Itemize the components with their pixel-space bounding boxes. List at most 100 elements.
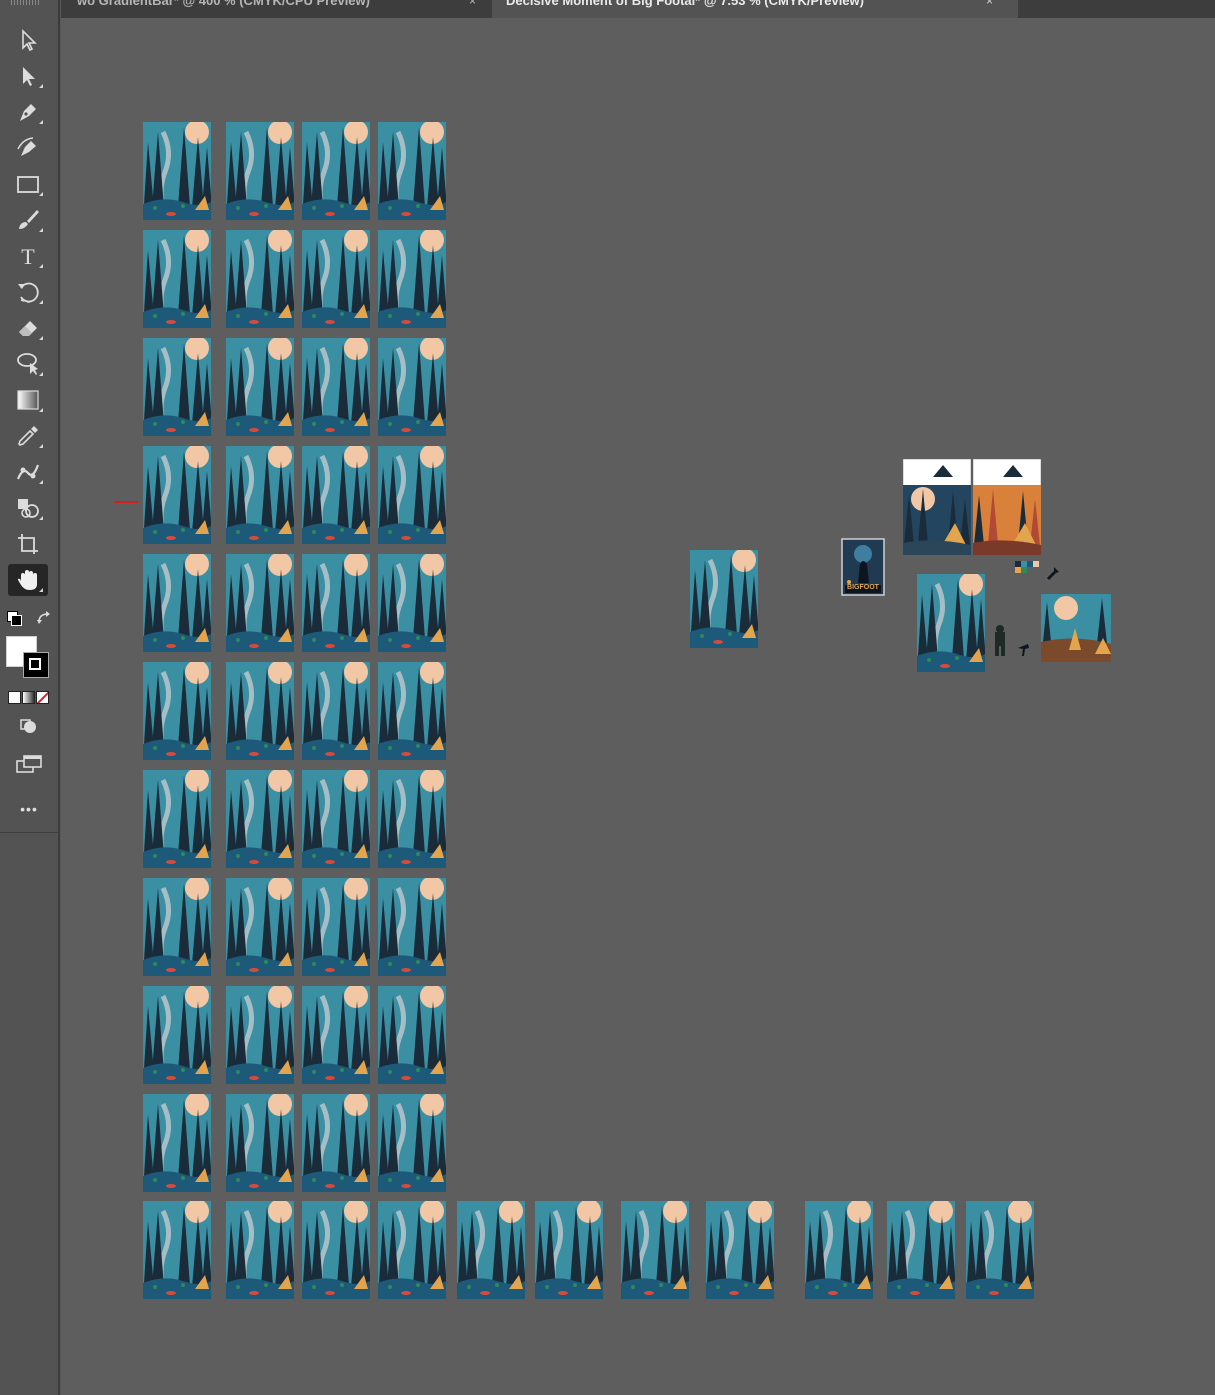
artboard-thumbnail[interactable] [302, 876, 372, 976]
artboard-thumbnail[interactable] [143, 876, 213, 976]
color-swatches[interactable] [1015, 561, 1039, 575]
artboard-thumbnail[interactable] [302, 228, 372, 328]
artboard-thumbnail[interactable] [378, 984, 448, 1084]
artboard-thumbnail[interactable] [226, 984, 296, 1084]
artboard-thumbnail[interactable] [226, 552, 296, 652]
panel-grip[interactable] [11, 0, 41, 5]
tab-close-icon[interactable]: × [469, 0, 476, 7]
artboard-thumbnail[interactable] [143, 336, 213, 436]
artboard-thumbnail[interactable] [805, 1199, 875, 1299]
artboard-thumbnail[interactable] [887, 1199, 957, 1299]
artboard-thumbnail[interactable] [302, 120, 372, 220]
eyedropper-tool[interactable] [8, 420, 48, 452]
artboard-thumbnail[interactable] [143, 1092, 213, 1192]
puppet-warp-icon [16, 464, 40, 480]
artboard-thumbnail[interactable] [143, 444, 213, 544]
pen-icon [20, 104, 36, 121]
default-colors-icon[interactable] [7, 611, 22, 626]
artboard-thumbnail[interactable] [378, 552, 448, 652]
rectangle-icon [17, 176, 39, 193]
artboard-thumbnail[interactable] [302, 1092, 372, 1192]
artboard-thumbnail[interactable] [535, 1199, 605, 1299]
artboard-thumbnail[interactable] [143, 228, 213, 328]
tab-close-icon[interactable]: × [986, 0, 993, 7]
rectangle-tool[interactable] [8, 168, 48, 200]
artboard-thumbnail[interactable] [302, 1199, 372, 1299]
type-tool[interactable]: T [8, 240, 48, 272]
artboard-thumbnail[interactable] [378, 120, 448, 220]
none-mode-button[interactable] [36, 691, 49, 704]
artboard-thumbnail[interactable] [378, 228, 448, 328]
gradient-tool[interactable] [8, 384, 48, 416]
artboard-thumbnail[interactable] [917, 572, 987, 672]
swap-colors-icon[interactable] [36, 610, 54, 626]
artboard-thumbnail[interactable] [690, 548, 760, 648]
artboard-thumbnail[interactable] [143, 984, 213, 1084]
shape-builder-tool[interactable] [8, 492, 48, 524]
document-tab-bar: wo GradientBar* @ 400 % (CMYK/CPU Previe… [61, 0, 1215, 18]
artboard-thumbnail[interactable] [226, 444, 296, 544]
eraser-tool[interactable] [8, 312, 48, 344]
lasso-tool[interactable] [8, 348, 48, 380]
color-mode-button[interactable] [8, 691, 21, 704]
fill-stroke-swatches [6, 636, 54, 684]
flashlight-icon[interactable] [1045, 564, 1061, 580]
artboard-thumbnail[interactable] [226, 1092, 296, 1192]
artboard-tool[interactable] [8, 528, 48, 560]
artboard-thumbnail[interactable] [302, 660, 372, 760]
artboard-thumbnail[interactable] [302, 768, 372, 868]
artboard-thumbnail[interactable] [226, 1199, 296, 1299]
artboard-thumbnail[interactable] [378, 1199, 448, 1299]
pen-tool[interactable] [8, 96, 48, 128]
screen-mode-icon[interactable] [15, 753, 43, 775]
gradient-mode-button[interactable] [22, 691, 35, 704]
artboard-thumbnail[interactable] [457, 1199, 527, 1299]
artboard-thumbnail[interactable] [621, 1199, 691, 1299]
artboard-thumbnail[interactable] [378, 336, 448, 436]
artboard-thumbnail[interactable] [226, 120, 296, 220]
bonfire-artwork[interactable] [1041, 594, 1111, 662]
document-tab-gradientbar[interactable]: wo GradientBar* @ 400 % (CMYK/CPU Previe… [61, 0, 507, 18]
paintbrush-tool[interactable] [8, 204, 48, 236]
artboard-thumbnail[interactable] [226, 876, 296, 976]
hand-tool[interactable] [8, 564, 48, 596]
tent-card[interactable] [972, 458, 1042, 556]
curvature-pen-icon [17, 137, 36, 156]
stroke-swatch[interactable] [23, 652, 49, 678]
artboard-thumbnail[interactable] [378, 768, 448, 868]
artboard-thumbnail[interactable] [143, 768, 213, 868]
artboard-thumbnail[interactable] [378, 1092, 448, 1192]
artboard-thumbnail[interactable] [226, 336, 296, 436]
torch-icon[interactable] [1017, 643, 1031, 657]
artboard-thumbnail[interactable] [302, 552, 372, 652]
tab-title: wo GradientBar* @ 400 % (CMYK/CPU Previe… [77, 0, 370, 8]
type-icon: T [21, 244, 35, 269]
artboard-thumbnail[interactable] [226, 660, 296, 760]
artboard-thumbnail[interactable] [302, 984, 372, 1084]
selection-tool[interactable] [8, 24, 48, 56]
artboard-thumbnail[interactable] [143, 660, 213, 760]
artboard-thumbnail[interactable] [966, 1199, 1036, 1299]
artboard-thumbnail[interactable] [143, 1199, 213, 1299]
artboard-thumbnail[interactable] [143, 120, 213, 220]
curvature-tool[interactable] [8, 132, 48, 164]
artboard-thumbnail[interactable] [226, 768, 296, 868]
campfire-card[interactable] [902, 458, 972, 556]
artboard-thumbnail[interactable] [378, 660, 448, 760]
bigfoot-silhouette[interactable] [992, 624, 1008, 656]
artboard-thumbnail[interactable] [706, 1199, 776, 1299]
rotate-tool[interactable] [8, 276, 48, 308]
bigfoot-poster[interactable]: BIGFOOT [841, 538, 885, 596]
document-tab-bigfoot[interactable]: Decisive Moment of Big Footal* @ 7.53 % … [492, 0, 1018, 18]
hand-icon [18, 570, 37, 590]
artboard-thumbnail[interactable] [302, 336, 372, 436]
artboard-thumbnail[interactable] [378, 876, 448, 976]
draw-mode-icon[interactable] [18, 717, 40, 737]
artboard-thumbnail[interactable] [378, 444, 448, 544]
puppet-warp-tool[interactable] [8, 456, 48, 488]
direct-selection-tool[interactable] [8, 60, 48, 92]
artboard-thumbnail[interactable] [143, 552, 213, 652]
artboard-thumbnail[interactable] [302, 444, 372, 544]
artboard-thumbnail[interactable] [226, 228, 296, 328]
more-tools-button[interactable]: ••• [14, 801, 44, 817]
